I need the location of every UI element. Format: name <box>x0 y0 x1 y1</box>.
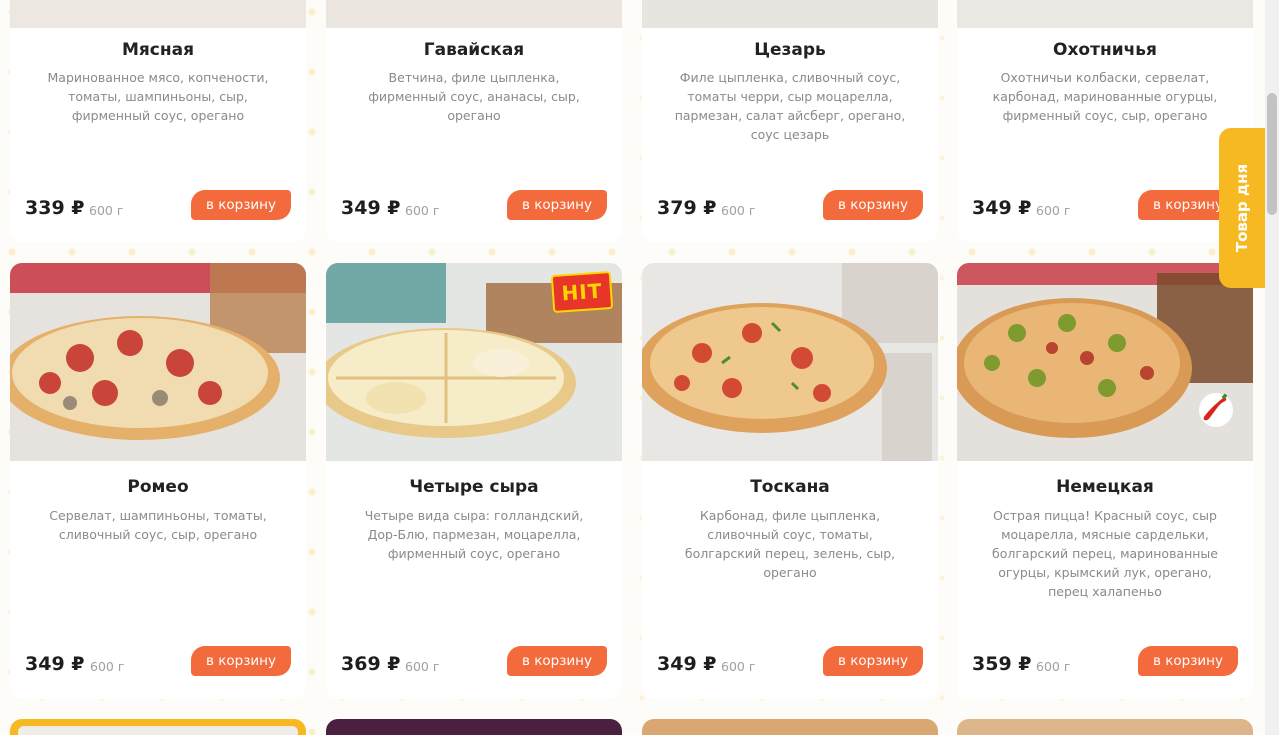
product-card[interactable] <box>10 719 306 735</box>
add-to-cart-button[interactable]: в корзину <box>823 646 923 676</box>
product-weight: 600 г <box>89 203 124 218</box>
add-to-cart-button[interactable]: в корзину <box>191 646 291 676</box>
pizza-photo[interactable] <box>326 0 622 28</box>
product-card[interactable]: Тоскана Карбонад, филе цыпленка, сливочн… <box>642 263 938 699</box>
product-title[interactable]: Мясная <box>10 40 306 60</box>
add-to-cart-button[interactable]: в корзину <box>507 190 607 220</box>
product-title[interactable]: Тоскана <box>642 477 938 497</box>
product-description: Ветчина, филе цыпленка, фирменный соус, … <box>368 70 580 123</box>
product-price: 349 ₽ <box>25 653 85 675</box>
product-price: 349 ₽ <box>972 197 1032 219</box>
product-title[interactable]: Ромео <box>10 477 306 497</box>
product-weight: 600 г <box>405 203 440 218</box>
product-card[interactable]: Немецкая Острая пицца! Красный соус, сыр… <box>957 263 1253 699</box>
product-card[interactable] <box>326 719 622 735</box>
product-price: 349 ₽ <box>341 197 401 219</box>
product-weight: 600 г <box>721 203 756 218</box>
add-to-cart-button[interactable]: в корзину <box>507 646 607 676</box>
product-weight: 600 г <box>1036 203 1071 218</box>
product-description: Маринованное мясо, копчености, томаты, ш… <box>47 70 269 123</box>
product-title[interactable]: Немецкая <box>957 477 1253 497</box>
add-to-cart-button[interactable]: в корзину <box>823 190 923 220</box>
product-weight: 600 г <box>90 659 125 674</box>
product-title[interactable]: Охотничья <box>957 40 1253 60</box>
pizza-photo[interactable] <box>957 263 1253 461</box>
product-price: 379 ₽ <box>657 197 717 219</box>
pizza-photo[interactable] <box>957 0 1253 28</box>
product-title[interactable]: Гавайская <box>326 40 622 60</box>
product-price: 359 ₽ <box>972 653 1032 675</box>
add-to-cart-button[interactable]: в корзину <box>191 190 291 220</box>
product-grid: Мясная Маринованное мясо, копчености, то… <box>0 0 1279 735</box>
product-description: Охотничьи колбаски, сервелат, карбонад, … <box>992 70 1218 123</box>
hit-badge: HIT <box>550 270 614 314</box>
pizza-photo[interactable] <box>642 0 938 28</box>
product-card[interactable]: Гавайская Ветчина, филе цыпленка, фирмен… <box>326 0 622 242</box>
pizza-photo[interactable] <box>10 263 306 461</box>
chili-pepper-icon <box>1199 393 1233 427</box>
product-card[interactable]: Мясная Маринованное мясо, копчености, то… <box>10 0 306 242</box>
product-of-day-tab[interactable]: Товар дня <box>1219 128 1265 288</box>
product-title[interactable]: Четыре сыра <box>326 477 622 497</box>
pizza-photo[interactable] <box>642 263 938 461</box>
product-card[interactable]: Цезарь Филе цыпленка, сливочный соус, то… <box>642 0 938 242</box>
pizza-photo[interactable] <box>10 0 306 28</box>
product-card[interactable] <box>642 719 938 735</box>
product-card[interactable]: Охотничья Охотничьи колбаски, сервелат, … <box>957 0 1253 242</box>
product-weight: 600 г <box>1036 659 1071 674</box>
product-weight: 600 г <box>721 659 756 674</box>
product-description: Сервелат, шампиньоны, томаты, сливочный … <box>49 508 267 542</box>
scrollbar[interactable] <box>1265 0 1279 735</box>
product-card[interactable] <box>957 719 1253 735</box>
add-to-cart-button[interactable]: в корзину <box>1138 646 1238 676</box>
product-card[interactable]: HIT Четыре сыра Четыре вида сыра: голлан… <box>326 263 622 699</box>
product-description: Карбонад, филе цыпленка, сливочный соус,… <box>684 508 896 580</box>
product-description: Филе цыпленка, сливочный соус, томаты че… <box>674 70 906 142</box>
product-card[interactable]: Ромео Сервелат, шампиньоны, томаты, слив… <box>10 263 306 699</box>
scrollbar-thumb[interactable] <box>1267 93 1277 215</box>
product-weight: 600 г <box>405 659 440 674</box>
product-description: Четыре вида сыра: голландский, Дор-Блю, … <box>364 508 584 561</box>
product-price: 339 ₽ <box>25 197 85 219</box>
pizza-photo[interactable]: HIT <box>326 263 622 461</box>
product-description: Острая пицца! Красный соус, сыр моцарелл… <box>992 508 1218 599</box>
product-of-day-label: Товар дня <box>1233 163 1252 253</box>
product-price: 349 ₽ <box>657 653 717 675</box>
pizza-photo[interactable] <box>18 726 298 735</box>
product-title[interactable]: Цезарь <box>642 40 938 60</box>
product-price: 369 ₽ <box>341 653 401 675</box>
